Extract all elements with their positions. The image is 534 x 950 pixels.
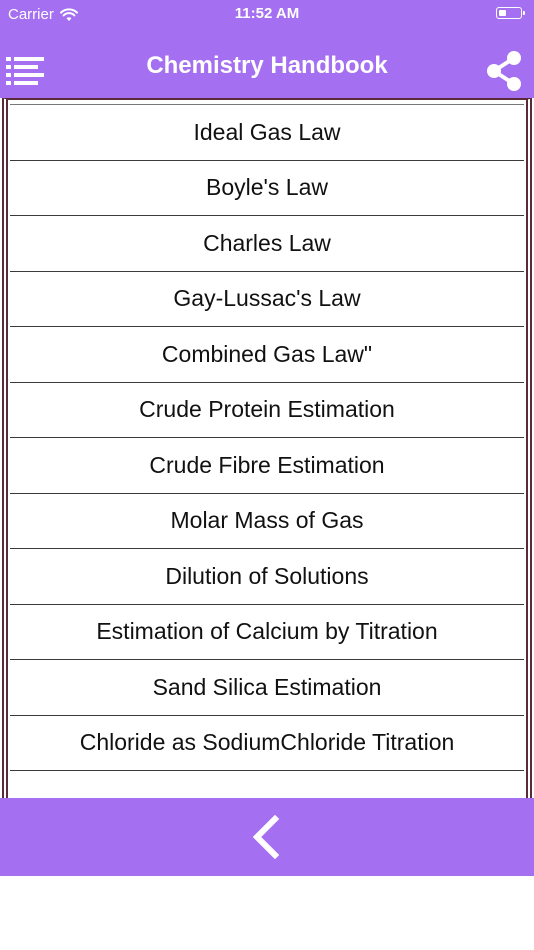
bottom-bar — [0, 798, 534, 876]
list-item[interactable]: Sand Silica Estimation — [10, 659, 524, 715]
list-item[interactable]: Molar Mass of Gas — [10, 492, 524, 548]
list-item[interactable]: Crude Fibre Estimation — [10, 437, 524, 493]
list-item[interactable]: Boyle's Law — [10, 159, 524, 215]
chevron-left-icon — [252, 814, 280, 860]
list-item[interactable]: Charles Law — [10, 215, 524, 271]
list-item[interactable]: Chloride as SodiumChloride Titration — [10, 714, 524, 770]
list-item[interactable]: Estimation of Calcium by Titration — [10, 603, 524, 659]
share-icon — [487, 51, 521, 91]
list-item[interactable] — [10, 770, 524, 798]
list-item[interactable]: Crude Protein Estimation — [10, 381, 524, 437]
list-item[interactable]: Gay-Lussac's Law — [10, 270, 524, 326]
list-item[interactable]: Dilution of Solutions — [10, 548, 524, 604]
bottom-spacer — [0, 876, 534, 950]
share-button[interactable] — [484, 50, 524, 92]
page-title: Chemistry Handbook — [146, 52, 388, 79]
list-item[interactable]: Combined Gas Law" — [10, 326, 524, 382]
nav-bar: Chemistry Handbook — [0, 28, 534, 98]
status-bar: Carrier 11:52 AM — [0, 0, 534, 28]
battery-icon — [496, 7, 525, 19]
back-button[interactable] — [245, 814, 289, 860]
status-time: 11:52 AM — [234, 5, 300, 22]
topic-list[interactable]: Ideal Gas Law Boyle's Law Charles Law Ga… — [10, 104, 524, 798]
list-item[interactable]: Ideal Gas Law — [10, 104, 524, 160]
content-area: Ideal Gas Law Boyle's Law Charles Law Ga… — [0, 98, 534, 798]
